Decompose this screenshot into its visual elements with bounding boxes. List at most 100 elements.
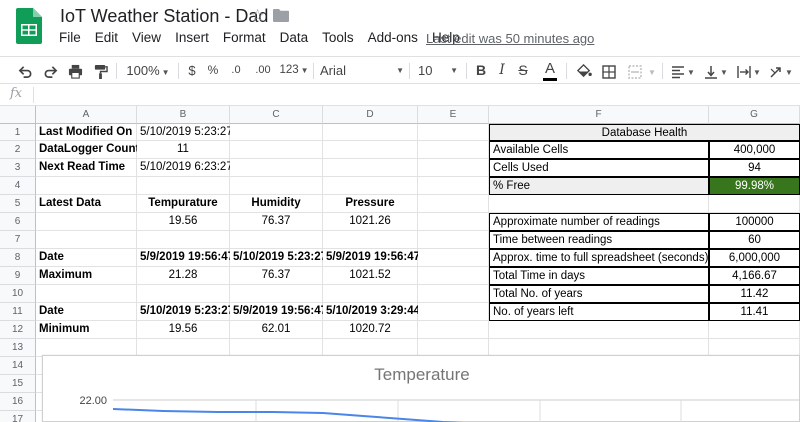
cell-c11[interactable]: 5/9/2019 19:56:47 [230,303,327,321]
text-color-button[interactable]: A [540,57,560,84]
cell-a4[interactable] [36,177,137,195]
cell-d6[interactable]: 1021.26 [323,213,418,231]
menu-edit[interactable]: Edit [88,30,125,48]
merge-options-button[interactable]: ▼ [646,57,656,84]
cell-d4[interactable] [323,177,418,195]
temperature-chart[interactable]: Temperature 22.00 [42,355,800,422]
row-header-6[interactable]: 6 [0,213,36,231]
folder-icon[interactable] [273,9,289,22]
merge-cells-button[interactable] [624,57,646,84]
cell-e12[interactable] [418,321,489,339]
text-rotation-select[interactable]: ▼ [766,57,796,84]
strikethrough-button[interactable]: S [514,57,532,84]
cell-b7[interactable] [137,231,230,249]
cell-d3[interactable] [323,159,418,177]
row-header-9[interactable]: 9 [0,267,36,285]
menu-add-ons[interactable]: Add-ons [361,30,425,48]
cell-d5[interactable]: Pressure [323,195,418,213]
menu-view[interactable]: View [125,30,168,48]
row-header-10[interactable]: 10 [0,285,36,303]
formula-input[interactable] [38,84,800,105]
cell-a1[interactable]: Last Modified On [36,124,137,141]
print-button[interactable] [64,57,86,84]
cell-b8[interactable]: 5/9/2019 19:56:47 [137,249,234,267]
column-header-g[interactable]: G [709,106,800,124]
cell-c1[interactable] [230,124,323,141]
cell-d8[interactable]: 5/9/2019 19:56:47 [323,249,420,267]
column-header-a[interactable]: A [36,106,137,124]
row-header-7[interactable]: 7 [0,231,36,249]
more-formats-select[interactable]: 123 ▼ [278,57,310,84]
cell-e7[interactable] [418,231,489,249]
cell-a3[interactable]: Next Read Time [36,159,137,177]
cell-f6[interactable]: Approximate number of readings [489,213,709,231]
cell-b2[interactable]: 11 [137,141,230,159]
cell-g9[interactable]: 4,166.67 [709,267,800,285]
cell-c2[interactable] [230,141,323,159]
cell-g10[interactable]: 11.42 [709,285,800,303]
column-header-b[interactable]: B [137,106,230,124]
increase-decimal-button[interactable]: .00 [250,57,276,84]
cell-f10[interactable]: Total No. of years [489,285,709,303]
cell-e3[interactable] [418,159,489,177]
cell-a7[interactable] [36,231,137,249]
cell-d12[interactable]: 1020.72 [323,321,418,339]
currency-format-button[interactable]: $ [184,57,200,84]
cell-f2[interactable]: Available Cells [489,141,709,159]
cell-a11[interactable]: Date [36,303,137,321]
cell-f1[interactable]: Database Health [489,124,800,141]
cell-e9[interactable] [418,267,489,285]
menu-data[interactable]: Data [273,30,316,48]
font-family-select[interactable]: Arial ▼ [320,57,408,84]
star-icon[interactable]: ☆ [250,6,265,26]
cell-g6[interactable]: 100000 [709,213,800,231]
cell-e8[interactable] [418,249,489,267]
cell-g7[interactable]: 60 [709,231,800,249]
vertical-align-select[interactable]: ▼ [701,57,731,84]
font-size-select[interactable]: 10 ▼ [414,57,462,84]
cell-a9[interactable]: Maximum [36,267,137,285]
row-header-12[interactable]: 12 [0,321,36,339]
cell-b12[interactable]: 19.56 [137,321,230,339]
column-header-f[interactable]: F [489,106,709,124]
percent-format-button[interactable]: % [204,57,222,84]
cell-d1[interactable] [323,124,418,141]
cell-c12[interactable]: 62.01 [230,321,323,339]
cell-a8[interactable]: Date [36,249,137,267]
cell-c9[interactable]: 76.37 [230,267,323,285]
sheets-logo-icon[interactable] [16,8,42,44]
row-header-14[interactable]: 14 [0,357,36,375]
cell-g4[interactable]: 99.98% [709,177,800,195]
cell-f9[interactable]: Total Time in days [489,267,709,285]
cell-f5[interactable] [489,195,709,213]
row-header-16[interactable]: 16 [0,393,36,411]
cell-c10[interactable] [230,285,323,303]
cell-c8[interactable]: 5/10/2019 5:23:27 [230,249,327,267]
cell-d10[interactable] [323,285,418,303]
zoom-select[interactable]: 100% ▼ [124,57,172,84]
menu-format[interactable]: Format [216,30,273,48]
italic-button[interactable]: I [494,57,510,84]
cell-e4[interactable] [418,177,489,195]
cell-a12[interactable]: Minimum [36,321,137,339]
cell-f8[interactable]: Approx. time to full spreadsheet (second… [489,249,709,267]
menu-insert[interactable]: Insert [168,30,216,48]
cell-c3[interactable] [230,159,323,177]
cell-c4[interactable] [230,177,323,195]
row-header-5[interactable]: 5 [0,195,36,213]
bold-button[interactable]: B [472,57,490,84]
menu-tools[interactable]: Tools [315,30,361,48]
row-header-15[interactable]: 15 [0,375,36,393]
cell-g5[interactable] [709,195,800,213]
cell-g3[interactable]: 94 [709,159,800,177]
cell-f3[interactable]: Cells Used [489,159,709,177]
row-header-1[interactable]: 1 [0,124,36,141]
cell-e6[interactable] [418,213,489,231]
cell-c7[interactable] [230,231,323,249]
cell-b11[interactable]: 5/10/2019 5:23:27 [137,303,234,321]
cell-d7[interactable] [323,231,418,249]
cell-a6[interactable] [36,213,137,231]
column-header-c[interactable]: C [230,106,323,124]
fill-color-button[interactable] [573,57,595,84]
cell-g11[interactable]: 11.41 [709,303,800,321]
